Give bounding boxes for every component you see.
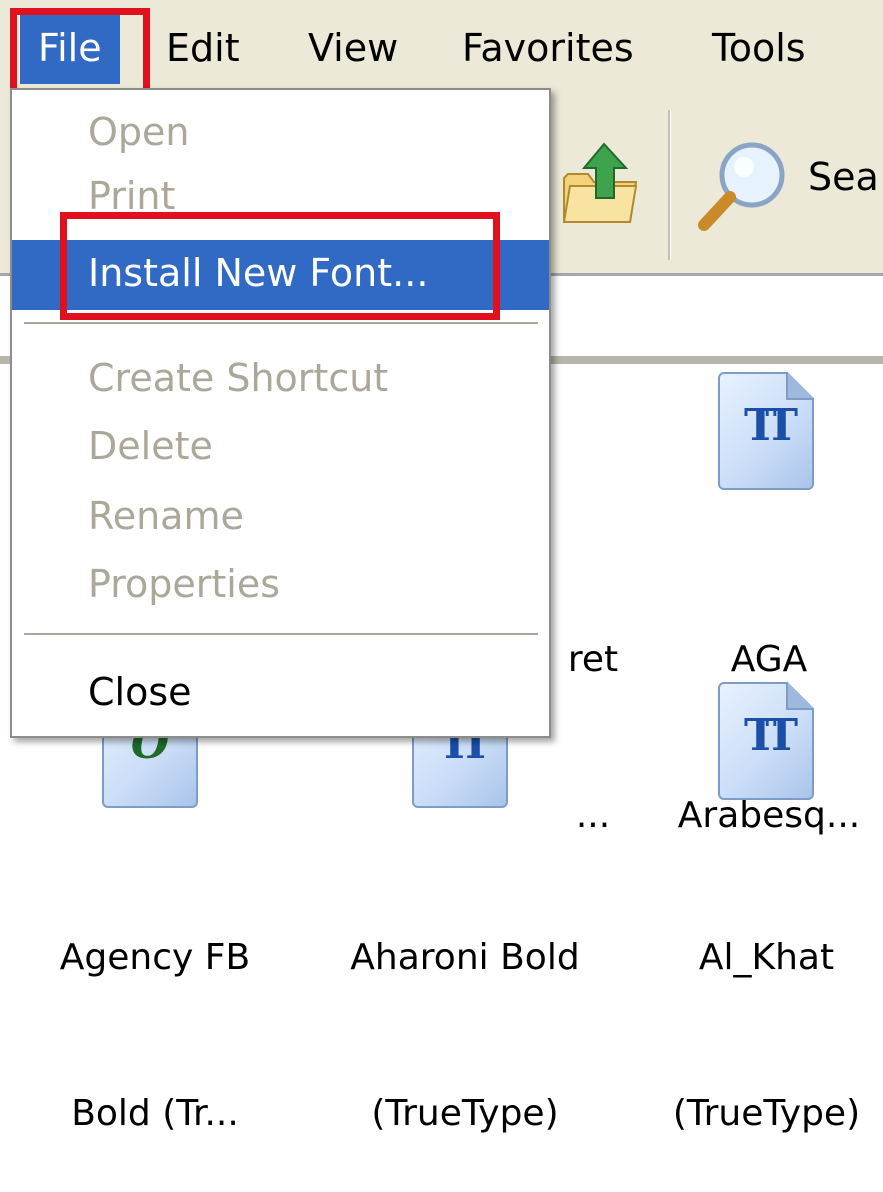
font-label-alkhat[interactable]: Al_Khat (TrueType) <box>650 828 883 1192</box>
truetype-icon: TT <box>744 400 798 451</box>
menu-item-close[interactable]: Close <box>12 660 549 724</box>
menu-separator <box>24 322 538 324</box>
menu-item-rename[interactable]: Rename <box>12 484 549 548</box>
font-label-line1: ret <box>567 639 619 680</box>
menu-item-properties[interactable]: Properties <box>12 552 549 616</box>
font-file-icon[interactable]: TT <box>718 372 826 490</box>
menu-item-open[interactable]: Open <box>12 100 549 164</box>
font-file-icon[interactable]: TT <box>718 682 826 800</box>
annotation-box-install-new-font <box>60 212 500 320</box>
annotation-box-file <box>10 8 150 98</box>
font-label-line1: AGA <box>730 639 808 680</box>
toolbar-separator <box>668 110 671 260</box>
font-label-agency[interactable]: Agency FB Bold (Tr... <box>30 828 280 1192</box>
menu-favorites[interactable]: Favorites <box>444 12 652 84</box>
menu-tools[interactable]: Tools <box>694 12 824 84</box>
font-label-aharoni[interactable]: Aharoni Bold (TrueType) <box>320 828 610 1192</box>
truetype-icon: TT <box>744 710 798 761</box>
font-label-line2: (TrueType) <box>371 1093 559 1134</box>
folder-up-icon[interactable] <box>560 140 640 230</box>
menu-separator <box>24 633 538 635</box>
menu-view[interactable]: View <box>290 12 416 84</box>
menu-edit[interactable]: Edit <box>148 12 258 84</box>
menu-item-delete[interactable]: Delete <box>12 414 549 478</box>
file-menu-dropdown: Open Print Install New Font... Create Sh… <box>10 88 551 738</box>
font-page-fold <box>786 372 814 400</box>
font-label-line2: Bold (Tr... <box>71 1093 239 1134</box>
search-icon[interactable] <box>692 135 792 235</box>
search-button-label[interactable]: Sea <box>808 155 879 199</box>
font-label-line1: Al_Khat <box>698 937 835 978</box>
font-label-line1: Aharoni Bold <box>350 937 580 978</box>
menu-item-create-shortcut[interactable]: Create Shortcut <box>12 346 549 410</box>
font-label-line2: (TrueType) <box>672 1093 861 1134</box>
font-page-fold <box>786 682 814 710</box>
font-label-line1: Agency FB <box>59 937 251 978</box>
